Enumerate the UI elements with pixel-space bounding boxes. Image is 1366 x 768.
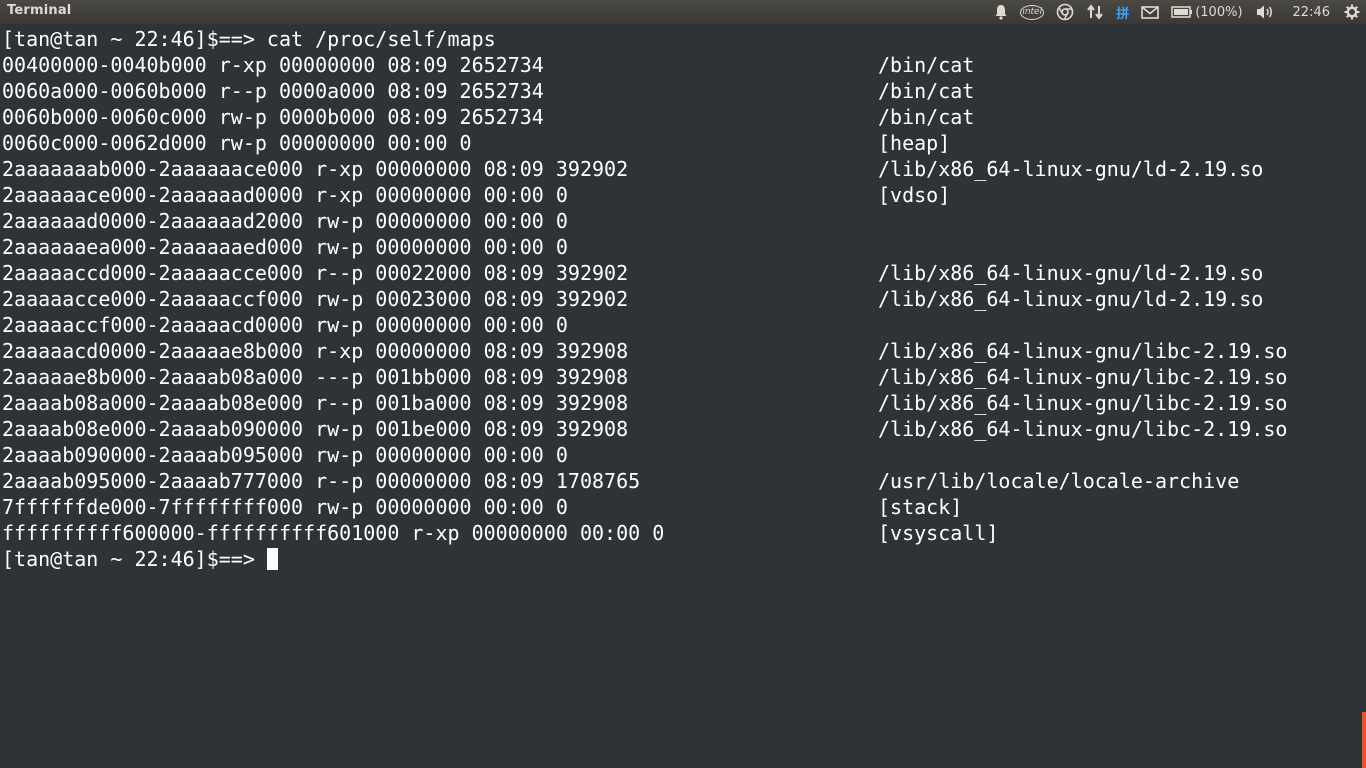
maps-row: 2aaaaaaea000-2aaaaaaed000 rw-p 00000000 … (2, 234, 1366, 260)
maps-row-range: 2aaaab08a000-2aaaab08e000 r--p 001ba000 … (2, 391, 629, 415)
maps-row: 2aaaab090000-2aaaab095000 rw-p 00000000 … (2, 442, 1366, 468)
maps-row-range: 2aaaaaccf000-2aaaaacd0000 rw-p 00000000 … (2, 313, 568, 337)
maps-row-range: 2aaaaaace000-2aaaaaad0000 r-xp 00000000 … (2, 183, 568, 207)
maps-row-path: /bin/cat (878, 79, 975, 103)
maps-row-range: 00400000-0040b000 r-xp 00000000 08:09 26… (2, 53, 544, 77)
clock[interactable]: 22:46 (1293, 0, 1330, 24)
maps-row-range: 2aaaaaccd000-2aaaaacce000 r--p 00022000 … (2, 261, 629, 285)
maps-row-path: /usr/lib/locale/locale-archive (878, 469, 1240, 493)
maps-row: 00400000-0040b000 r-xp 00000000 08:09 26… (2, 52, 1366, 78)
top-panel: Terminal intel 拼 (100%) 22:46 (0, 0, 1366, 24)
maps-row-path: /lib/x86_64-linux-gnu/libc-2.19.so (878, 365, 1288, 389)
prompt-line[interactable]: [tan@tan ~ 22:46]$==> (2, 546, 1366, 572)
maps-row-range: 2aaaaaad0000-2aaaaaad2000 rw-p 00000000 … (2, 209, 568, 233)
battery-icon[interactable] (1171, 0, 1193, 24)
maps-row: 2aaaaacce000-2aaaaaccf000 rw-p 00023000 … (2, 286, 1366, 312)
maps-row: 2aaaab08e000-2aaaab090000 rw-p 001be000 … (2, 416, 1366, 442)
terminal-output[interactable]: [tan@tan ~ 22:46]$==> cat /proc/self/map… (0, 24, 1366, 768)
maps-row-range: 0060b000-0060c000 rw-p 0000b000 08:09 26… (2, 105, 544, 129)
maps-row: 0060b000-0060c000 rw-p 0000b000 08:09 26… (2, 104, 1366, 130)
maps-row-path: [heap] (878, 131, 951, 155)
network-updown-icon[interactable] (1086, 0, 1104, 24)
maps-row: 0060c000-0062d000 rw-p 00000000 00:00 0 [… (2, 130, 1366, 156)
maps-row-path: /bin/cat (878, 53, 975, 77)
window-title: Terminal (7, 3, 72, 18)
indicator-area: intel 拼 (100%) 22:46 (982, 0, 1360, 24)
bell-icon[interactable] (994, 0, 1008, 24)
maps-row-range: 2aaaab08e000-2aaaab090000 rw-p 001be000 … (2, 417, 629, 441)
maps-row-range: ffffffffff600000-ffffffffff601000 r-xp 0… (2, 521, 665, 545)
maps-row-path: [stack] (878, 495, 963, 519)
chrome-icon[interactable] (1056, 0, 1074, 24)
maps-row: 2aaaaaad0000-2aaaaaad2000 rw-p 00000000 … (2, 208, 1366, 234)
mail-icon[interactable] (1141, 0, 1160, 24)
maps-row-range: 2aaaaae8b000-2aaaab08a000 ---p 001bb000 … (2, 365, 629, 389)
maps-row: 7ffffffde000-7ffffffff000 rw-p 00000000 … (2, 494, 1366, 520)
volume-icon[interactable] (1255, 0, 1275, 24)
maps-row: 2aaaab08a000-2aaaab08e000 r--p 001ba000 … (2, 390, 1366, 416)
prompt-text: [tan@tan ~ 22:46]$==> (2, 547, 267, 571)
battery-percent[interactable]: (100%) (1195, 0, 1242, 24)
maps-row: 0060a000-0060b000 r--p 0000a000 08:09 26… (2, 78, 1366, 104)
maps-row: 2aaaaaace000-2aaaaaad0000 r-xp 00000000 … (2, 182, 1366, 208)
maps-row: 2aaaaaccd000-2aaaaacce000 r--p 00022000 … (2, 260, 1366, 286)
command-line: [tan@tan ~ 22:46]$==> cat /proc/self/map… (2, 27, 496, 51)
maps-row-range: 2aaaaaaab000-2aaaaaace000 r-xp 00000000 … (2, 157, 629, 181)
maps-row-path: /bin/cat (878, 105, 975, 129)
maps-row-path: /lib/x86_64-linux-gnu/libc-2.19.so (878, 339, 1288, 363)
maps-row: 2aaaaaaab000-2aaaaaace000 r-xp 00000000 … (2, 156, 1366, 182)
maps-row-range: 2aaaab090000-2aaaab095000 rw-p 00000000 … (2, 443, 568, 467)
maps-row-path: /lib/x86_64-linux-gnu/ld-2.19.so (878, 157, 1264, 181)
maps-row-path: /lib/x86_64-linux-gnu/ld-2.19.so (878, 287, 1264, 311)
maps-row-path: /lib/x86_64-linux-gnu/libc-2.19.so (878, 417, 1288, 441)
maps-row-path: [vsyscall] (878, 521, 999, 545)
maps-row: ffffffffff600000-ffffffffff601000 r-xp 0… (2, 520, 1366, 546)
maps-row-path: [vdso] (878, 183, 951, 207)
maps-row: 2aaaab095000-2aaaab777000 r--p 00000000 … (2, 468, 1366, 494)
intel-icon[interactable]: intel (1020, 4, 1045, 20)
maps-row-path: /lib/x86_64-linux-gnu/libc-2.19.so (878, 391, 1288, 415)
maps-row-range: 2aaaaacce000-2aaaaaccf000 rw-p 00023000 … (2, 287, 629, 311)
maps-row: 2aaaaacd0000-2aaaaae8b000 r-xp 00000000 … (2, 338, 1366, 364)
maps-row-range: 2aaaaaaea000-2aaaaaaed000 rw-p 00000000 … (2, 235, 568, 259)
maps-row-range: 2aaaab095000-2aaaab777000 r--p 00000000 … (2, 469, 641, 493)
maps-row-range: 0060c000-0062d000 rw-p 00000000 00:00 0 (2, 131, 472, 155)
input-method-icon[interactable]: 拼 (1116, 0, 1129, 24)
maps-output: 00400000-0040b000 r-xp 00000000 08:09 26… (2, 52, 1366, 546)
maps-row-range: 2aaaaacd0000-2aaaaae8b000 r-xp 00000000 … (2, 339, 629, 363)
maps-row-range: 7ffffffde000-7ffffffff000 rw-p 00000000 … (2, 495, 568, 519)
maps-row-path: /lib/x86_64-linux-gnu/ld-2.19.so (878, 261, 1264, 285)
gear-icon[interactable] (1344, 0, 1360, 24)
text-cursor (266, 548, 278, 570)
scroll-indicator[interactable] (1362, 712, 1366, 768)
maps-row: 2aaaaae8b000-2aaaab08a000 ---p 001bb000 … (2, 364, 1366, 390)
maps-row: 2aaaaaccf000-2aaaaacd0000 rw-p 00000000 … (2, 312, 1366, 338)
maps-row-range: 0060a000-0060b000 r--p 0000a000 08:09 26… (2, 79, 544, 103)
